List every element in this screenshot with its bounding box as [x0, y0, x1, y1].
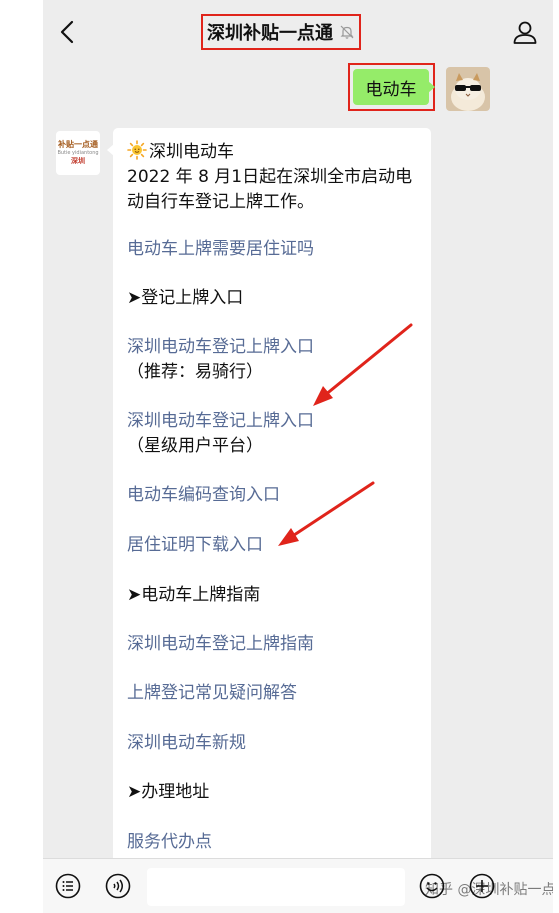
message-input[interactable] — [147, 868, 405, 906]
link-service-agency[interactable]: 服务代办点 — [127, 830, 212, 854]
section-service-address: ➤办理地址 — [127, 782, 210, 802]
chat-header: 深圳补贴一点通 — [43, 0, 553, 62]
back-icon[interactable] — [57, 18, 79, 46]
official-account-avatar[interactable]: 补贴一点通 Butie yidiantong 深圳 — [56, 131, 100, 175]
user-message-bubble[interactable]: 电动车 — [353, 69, 435, 105]
section-registration-guide: ➤电动车上牌指南 — [127, 585, 261, 605]
plus-icon[interactable] — [469, 873, 495, 899]
chat-title[interactable]: 深圳补贴一点通 — [207, 19, 333, 45]
bot-message-bubble: 深圳电动车 2022 年 8 月1日起在深圳全市启动电 动自行车登记上牌工作。 … — [107, 128, 431, 878]
bot-intro-line-1: 2022 年 8 月1日起在深圳全市启动电 — [127, 167, 413, 187]
sun-icon — [127, 140, 147, 160]
chat-screen: 深圳补贴一点通 电动车 补贴一点通 Butie yidiantong 深圳 深圳… — [43, 0, 553, 913]
link-ebike-code-query[interactable]: 电动车编码查询入口 — [127, 483, 280, 507]
link-registration-guide[interactable]: 深圳电动车登记上牌指南 — [127, 632, 314, 656]
bot-heading: 深圳电动车 — [127, 140, 417, 165]
link-ebike-new-rules[interactable]: 深圳电动车新规 — [127, 731, 246, 755]
smile-icon[interactable] — [419, 873, 445, 899]
bot-intro-line-2: 动自行车登记上牌工作。 — [127, 192, 314, 212]
user-avatar[interactable] — [446, 67, 490, 111]
user-message-text: 电动车 — [365, 79, 417, 100]
menu-list-icon[interactable] — [55, 873, 81, 899]
avatar-logo-subtext: Butie yidiantong — [57, 150, 99, 156]
link-registration-entry-yiqixing[interactable]: 深圳电动车登记上牌入口 — [127, 335, 314, 359]
link-residence-permit-question[interactable]: 电动车上牌需要居住证吗 — [127, 237, 314, 261]
bell-off-icon — [340, 25, 354, 39]
link-registration-entry-star-platform[interactable]: 深圳电动车登记上牌入口 — [127, 409, 314, 433]
label-recommend-yiqixing: （推荐：易骑行） — [127, 362, 263, 382]
avatar-logo-text: 补贴一点通 — [58, 140, 98, 149]
link-residence-proof-download[interactable]: 居住证明下载入口 — [127, 533, 263, 557]
person-icon[interactable] — [511, 18, 539, 46]
voice-icon[interactable] — [105, 873, 131, 899]
chat-title-highlight: 深圳补贴一点通 — [201, 14, 361, 50]
bot-heading-text: 深圳电动车 — [149, 142, 234, 162]
section-registration-entry: ➤登记上牌入口 — [127, 288, 244, 308]
chat-input-bar: 知乎 @深圳补贴一点通 — [43, 858, 553, 913]
link-registration-faq[interactable]: 上牌登记常见疑问解答 — [127, 681, 297, 705]
label-star-user-platform: （星级用户平台） — [127, 436, 263, 456]
avatar-logo-city: 深圳 — [71, 157, 85, 165]
